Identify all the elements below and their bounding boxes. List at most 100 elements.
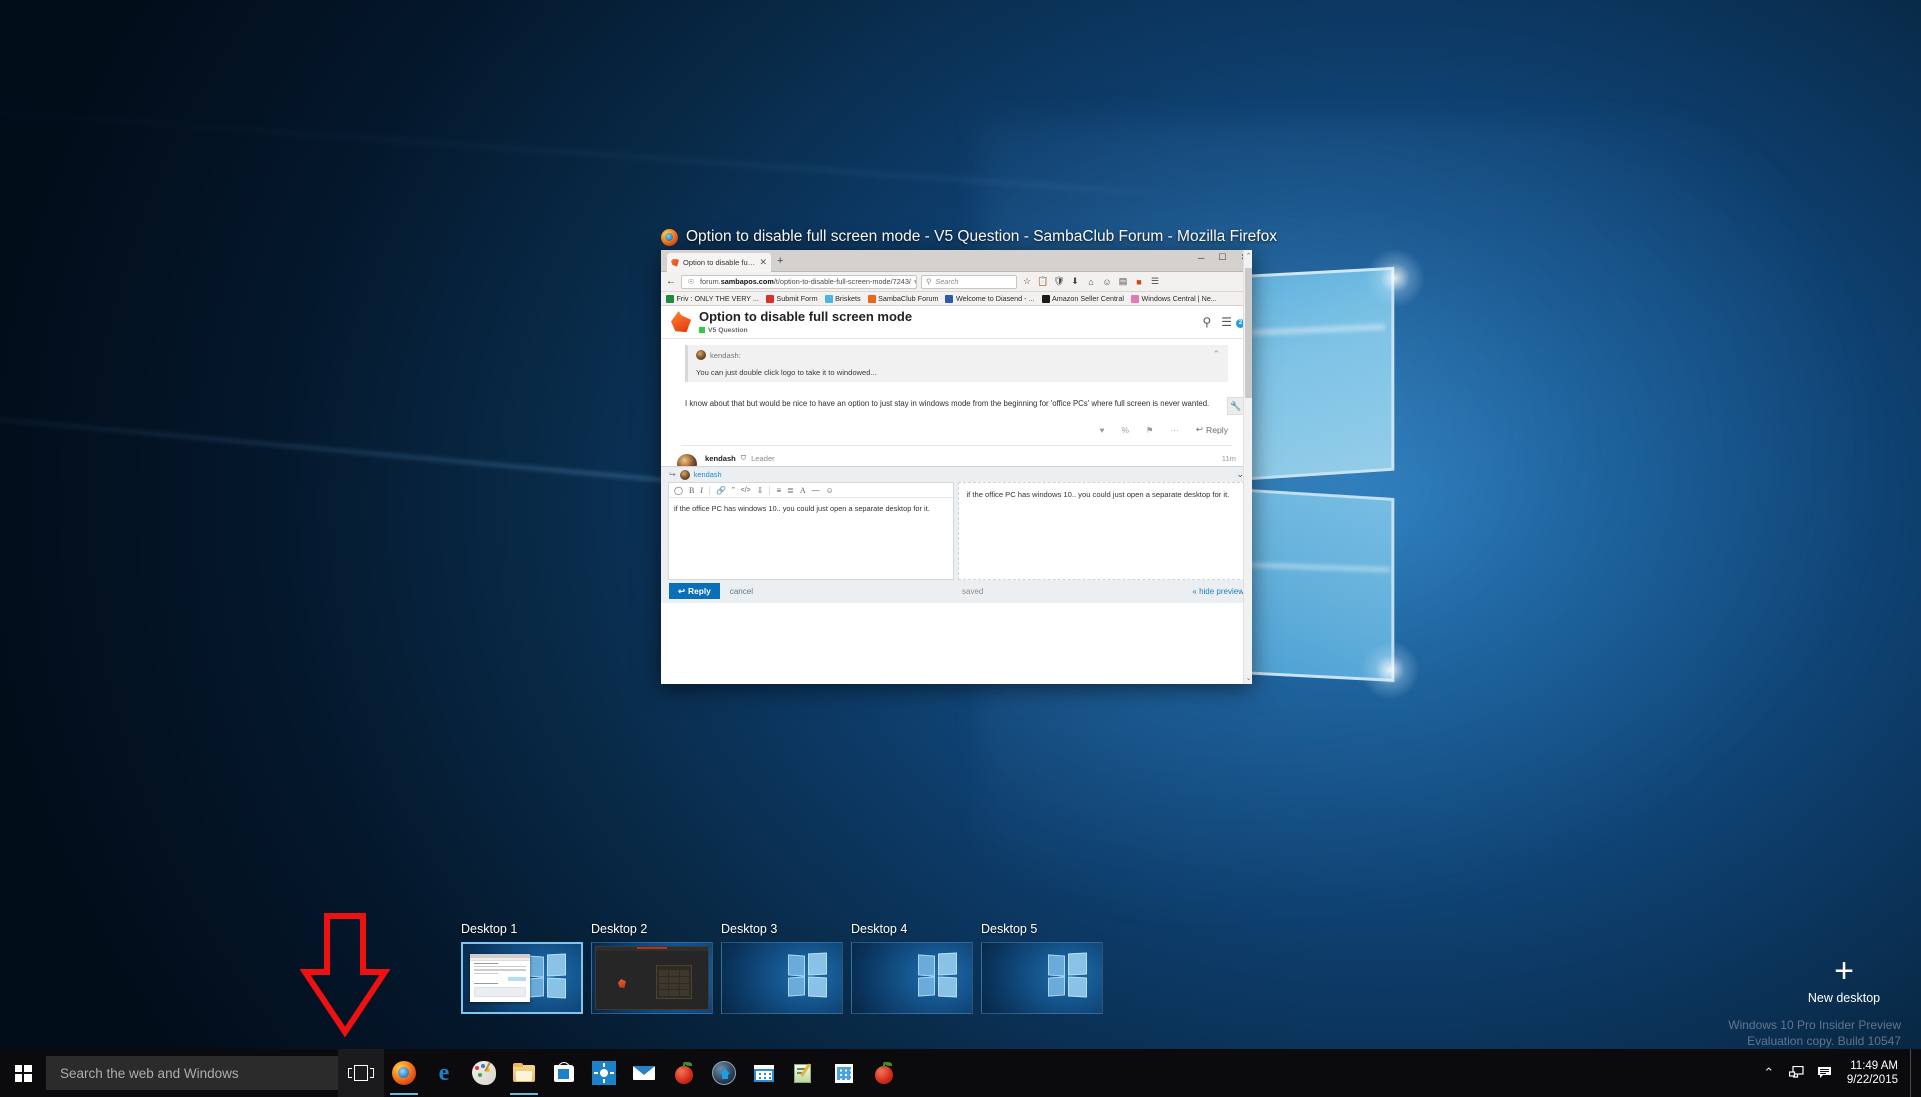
desktop-preview[interactable] [981, 942, 1103, 1014]
home-icon[interactable]: ⌂ [1085, 277, 1097, 287]
desktop-thumbnail-2[interactable]: Desktop 2 [591, 922, 713, 1014]
download-icon[interactable]: ⬇ [1069, 276, 1081, 287]
desktop-thumbnail-1[interactable]: Desktop 1 [461, 922, 583, 1014]
bookmark-item[interactable]: Briskets [823, 294, 863, 303]
desktop-thumbnail-3[interactable]: Desktop 3 [721, 922, 843, 1014]
action-center-icon[interactable] [1811, 1049, 1839, 1097]
composer-textarea[interactable]: if the office PC has windows 10.. you co… [669, 498, 953, 519]
tab-close-icon[interactable]: ✕ [759, 257, 767, 268]
address-bar[interactable]: ☉ forum.sambapos.com/t/option-to-disable… [681, 274, 917, 289]
chevron-up-icon[interactable]: ⌃ [1755, 1049, 1783, 1097]
blockquote-icon[interactable]: ” [732, 486, 735, 495]
maximize-button[interactable]: ☐ [1218, 252, 1226, 263]
menu-icon[interactable]: ☰ [1149, 276, 1161, 287]
app-running-indicator [390, 1093, 418, 1095]
start-button[interactable] [0, 1049, 46, 1097]
minimize-button[interactable]: ─ [1198, 253, 1204, 263]
bookmark-item[interactable]: Windows Central | Ne... [1129, 294, 1219, 303]
hide-preview-link[interactable]: « hide preview [1192, 587, 1244, 596]
browser-search-field[interactable]: ⚲ Search [921, 274, 1017, 289]
taskbar-app-calendar[interactable] [744, 1049, 784, 1097]
flag-icon[interactable]: ⚑ [1146, 425, 1154, 435]
hamburger-icon[interactable]: ☰ [1221, 315, 1232, 329]
bookmark-item[interactable]: SambaClub Forum [866, 294, 941, 303]
browser-tab[interactable]: Option to disable full scre.. ✕ [667, 253, 771, 272]
like-icon[interactable]: ♥ [1099, 425, 1104, 435]
share-link-icon[interactable]: % [1121, 425, 1128, 435]
reader-icon[interactable]: ▤ [1117, 276, 1129, 287]
cancel-reply-button[interactable]: cancel [730, 587, 753, 596]
bookmarks-bar: Friv : ONLY THE VERY ... Submit Form Bri… [661, 292, 1252, 306]
quote-bubble-icon[interactable]: ◯ [674, 486, 683, 495]
bullet-list-icon[interactable]: ≡ [776, 486, 781, 495]
taskbar-app-file-explorer[interactable] [504, 1049, 544, 1097]
upload-icon[interactable]: ⇩ [757, 486, 764, 495]
desktop-preview[interactable] [851, 942, 973, 1014]
italic-icon[interactable]: I [700, 486, 703, 495]
submit-reply-button[interactable]: ↩ Reply [669, 583, 720, 599]
file-explorer-icon [512, 1061, 536, 1085]
bookmark-item[interactable]: Submit Form [764, 294, 820, 303]
bookmark-favicon-icon [765, 294, 774, 303]
bookmark-item[interactable]: Welcome to Diasend - ... [943, 294, 1036, 303]
desktop-thumbnail-4[interactable]: Desktop 4 [851, 922, 973, 1014]
url-dropdown-icon[interactable]: ▾ [914, 277, 916, 286]
show-desktop-button[interactable] [1910, 1049, 1917, 1097]
post-divider [681, 445, 1232, 447]
scrollbar-thumb[interactable] [1245, 268, 1252, 398]
new-desktop-button[interactable]: + New desktop [1789, 954, 1899, 1005]
firefox-window-thumbnail[interactable]: Option to disable full scre.. ✕ + ─ ☐ ✕ … [661, 250, 1252, 684]
clipboard-icon[interactable]: 📋 [1037, 276, 1049, 287]
search-icon[interactable]: ⚲ [1202, 315, 1211, 329]
desktop-preview[interactable] [721, 942, 843, 1014]
numbered-list-icon[interactable]: ≣ [787, 486, 794, 495]
search-input[interactable]: Search the web and Windows [46, 1056, 338, 1090]
bookmark-item[interactable]: Amazon Seller Central [1040, 294, 1126, 303]
bold-icon[interactable]: B [689, 486, 694, 495]
composer-editor[interactable]: ◯ B I 🔗 ” </> ⇩ ≡ ≣ A — ☺ if the office … [668, 482, 955, 580]
toolbar-divider [769, 485, 771, 495]
desktop-label: Desktop 4 [851, 922, 908, 936]
taskbar-app-mail[interactable] [624, 1049, 664, 1097]
taskbar-app-firefox[interactable] [384, 1049, 424, 1097]
taskbar-app-paint[interactable] [464, 1049, 504, 1097]
horizontal-rule-icon[interactable]: — [812, 486, 820, 495]
network-icon[interactable] [1783, 1049, 1811, 1097]
scroll-down-icon[interactable]: ⌄ [1244, 674, 1253, 682]
reply-button[interactable]: ↩ Reply [1196, 424, 1228, 435]
composer-reply-to-user[interactable]: kendash [694, 470, 722, 479]
desktop-thumbnail-5[interactable]: Desktop 5 [981, 922, 1103, 1014]
desktop-preview[interactable] [591, 942, 713, 1014]
browser-tab-strip: Option to disable full scre.. ✕ + ─ ☐ ✕ [661, 250, 1252, 272]
new-desktop-label: New desktop [1807, 991, 1881, 1005]
taskbar-app-notepad[interactable] [784, 1049, 824, 1097]
scroll-up-icon[interactable]: ⌃ [1244, 252, 1253, 260]
taskbar-app-sambapos[interactable] [664, 1049, 704, 1097]
desktop-preview[interactable] [461, 942, 583, 1014]
shield-icon[interactable]: 🛡 [1053, 276, 1065, 287]
page-scrollbar[interactable]: ⌃ ⌄ [1243, 250, 1252, 684]
star-icon[interactable]: ☆ [1021, 276, 1033, 287]
bookmark-item[interactable]: Friv : ONLY THE VERY ... [664, 294, 761, 303]
taskbar-app-microsoft-edge[interactable]: e [424, 1049, 464, 1097]
emoji-icon[interactable]: ☺ [826, 486, 834, 495]
post-author[interactable]: kendash [705, 454, 736, 463]
task-view-button[interactable] [338, 1049, 384, 1097]
mini-apple-icon [618, 979, 626, 988]
adblock-icon[interactable]: ■ [1133, 277, 1145, 287]
taskbar-app-updater[interactable] [704, 1049, 744, 1097]
taskbar-app-weather[interactable] [584, 1049, 624, 1097]
taskbar-app-sambapos-2[interactable] [864, 1049, 904, 1097]
code-icon[interactable]: </> [741, 487, 751, 494]
smiley-icon[interactable]: ☺ [1101, 277, 1113, 287]
new-tab-button[interactable]: + [777, 255, 783, 267]
link-icon[interactable]: 🔗 [716, 486, 726, 495]
taskbar-clock[interactable]: 11:49 AM 9/22/2015 [1839, 1049, 1910, 1097]
back-icon[interactable]: ← [665, 276, 677, 287]
heading-icon[interactable]: A [800, 486, 806, 495]
quote-expand-icon[interactable]: ⌃ [1212, 349, 1220, 360]
taskbar-app-calculator[interactable] [824, 1049, 864, 1097]
taskbar-app-microsoft-store[interactable] [544, 1049, 584, 1097]
more-actions-icon[interactable]: ··· [1170, 425, 1178, 435]
calculator-icon [832, 1061, 856, 1085]
